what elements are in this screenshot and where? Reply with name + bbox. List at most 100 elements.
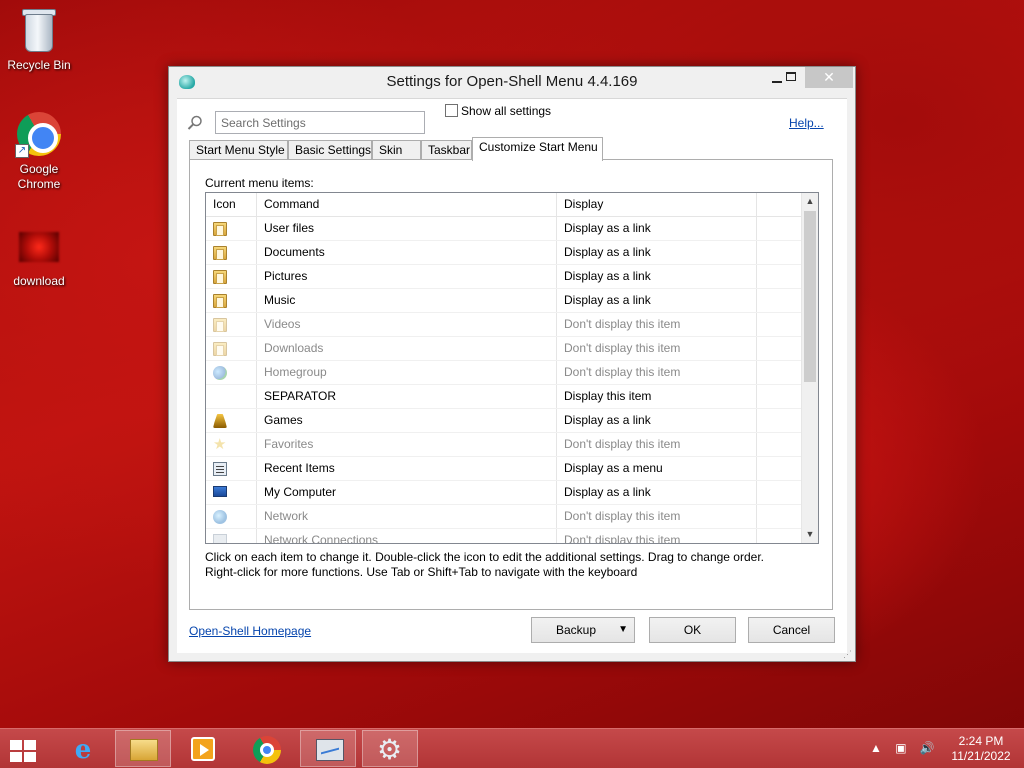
ok-button[interactable]: OK xyxy=(649,617,736,643)
list-item[interactable]: Pictures Display as a link xyxy=(206,265,801,289)
item-display[interactable]: Don't display this item xyxy=(557,433,757,456)
network-icon[interactable] xyxy=(213,510,227,524)
help-link[interactable]: Help... xyxy=(789,116,824,130)
cancel-button[interactable]: Cancel xyxy=(748,617,835,643)
list-item[interactable]: Homegroup Don't display this item xyxy=(206,361,801,385)
tab-start-menu-style[interactable]: Start Menu Style xyxy=(189,140,288,160)
internet-explorer-icon: e xyxy=(74,735,92,765)
clock[interactable]: 2:24 PM 11/21/2022 xyxy=(944,734,1018,764)
list-item[interactable]: Documents Display as a link xyxy=(206,241,801,265)
item-command: Downloads xyxy=(257,337,557,360)
instructions-text: Click on each item to change it. Double-… xyxy=(205,550,764,580)
pictures-folder-icon[interactable] xyxy=(213,270,227,284)
item-display[interactable]: Don't display this item xyxy=(557,361,757,384)
taskbar-chrome[interactable] xyxy=(238,730,294,767)
window-title: Settings for Open-Shell Menu 4.4.169 xyxy=(386,73,638,90)
list-header: Icon Command Display xyxy=(206,193,801,217)
homegroup-icon[interactable] xyxy=(213,366,227,380)
desktop-icon-download[interactable]: download xyxy=(1,222,77,289)
item-display[interactable]: Display as a link xyxy=(557,409,757,432)
start-button[interactable] xyxy=(0,730,56,767)
file-explorer-icon xyxy=(130,739,158,761)
documents-folder-icon[interactable] xyxy=(213,246,227,260)
list-item[interactable]: SEPARATOR Display this item xyxy=(206,385,801,409)
taskbar: e ⚙ ▲ ▣ 🔊 2:24 PM 11/21/2022 xyxy=(0,728,1024,768)
clock-date: 11/21/2022 xyxy=(951,749,1011,763)
close-button[interactable]: ✕ xyxy=(805,67,853,88)
column-header-icon[interactable]: Icon xyxy=(206,193,257,216)
backup-button[interactable]: Backup ▼ xyxy=(531,617,635,643)
user-files-folder-icon[interactable] xyxy=(213,222,227,236)
desktop-icon-label: Recycle Bin xyxy=(7,58,71,72)
checkbox-box[interactable] xyxy=(445,104,458,117)
item-display[interactable]: Display as a link xyxy=(557,241,757,264)
music-folder-icon[interactable] xyxy=(213,294,227,308)
list-item[interactable]: Music Display as a link xyxy=(206,289,801,313)
taskbar-media-player[interactable] xyxy=(175,730,231,767)
taskbar-internet-explorer[interactable]: e xyxy=(54,730,110,767)
show-all-settings-checkbox[interactable]: Show all settings xyxy=(445,104,551,118)
show-hidden-icons-icon[interactable]: ▲ xyxy=(870,741,882,755)
image-file-icon xyxy=(15,222,63,270)
item-display[interactable]: Display as a link xyxy=(557,217,757,240)
volume-icon[interactable]: 🔊 xyxy=(920,741,935,755)
title-bar[interactable]: Settings for Open-Shell Menu 4.4.169 ✕ xyxy=(169,67,855,97)
item-command: My Computer xyxy=(257,481,557,504)
item-display[interactable]: Don't display this item xyxy=(557,313,757,336)
tab-customize-start-menu[interactable]: Customize Start Menu xyxy=(472,137,603,161)
downloads-folder-icon[interactable] xyxy=(213,342,227,356)
list-item[interactable]: Downloads Don't display this item xyxy=(206,337,801,361)
item-display[interactable]: Display this item xyxy=(557,385,757,408)
vertical-scrollbar[interactable]: ▲ ▼ xyxy=(801,193,818,543)
item-command: Music xyxy=(257,289,557,312)
list-item[interactable]: Recent Items Display as a menu xyxy=(206,457,801,481)
column-header-command[interactable]: Command xyxy=(257,193,557,216)
menu-items-list[interactable]: Icon Command Display User files Display a… xyxy=(205,192,819,544)
desktop-icon-chrome[interactable]: ↗ Google Chrome xyxy=(1,110,77,192)
list-item[interactable]: Games Display as a link xyxy=(206,409,801,433)
list-item[interactable]: My Computer Display as a link xyxy=(206,481,801,505)
item-command: Network xyxy=(257,505,557,528)
tab-basic-settings[interactable]: Basic Settings xyxy=(288,140,372,160)
homepage-link[interactable]: Open-Shell Homepage xyxy=(189,624,311,638)
list-item[interactable]: Network Don't display this item xyxy=(206,505,801,529)
taskbar-settings[interactable]: ⚙ xyxy=(362,730,418,767)
item-display[interactable]: Don't display this item xyxy=(557,505,757,528)
list-item[interactable]: Videos Don't display this item xyxy=(206,313,801,337)
item-display[interactable]: Display as a link xyxy=(557,265,757,288)
item-display[interactable]: Display as a menu xyxy=(557,457,757,480)
search-input[interactable] xyxy=(215,111,425,134)
taskbar-file-explorer[interactable] xyxy=(115,730,171,767)
dialog-content: Show all settings Help... Start Menu Sty… xyxy=(177,98,847,653)
list-item[interactable]: User files Display as a link xyxy=(206,217,801,241)
column-header-display[interactable]: Display xyxy=(557,193,757,216)
network-connections-icon[interactable] xyxy=(213,534,227,543)
maximize-button[interactable] xyxy=(777,67,805,88)
item-command: Favorites xyxy=(257,433,557,456)
star-icon[interactable]: ★ xyxy=(213,437,227,452)
games-icon[interactable] xyxy=(213,414,227,428)
scrollbar-thumb[interactable] xyxy=(804,211,816,382)
scroll-down-arrow-icon[interactable]: ▼ xyxy=(802,526,818,543)
item-command: Pictures xyxy=(257,265,557,288)
computer-icon[interactable] xyxy=(213,486,227,497)
videos-folder-icon[interactable] xyxy=(213,318,227,332)
list-item[interactable]: Network Connections Don't display this it… xyxy=(206,529,801,543)
item-display[interactable]: Display as a link xyxy=(557,289,757,312)
recent-items-icon[interactable] xyxy=(213,462,227,476)
scroll-up-arrow-icon[interactable]: ▲ xyxy=(802,193,818,210)
item-display[interactable]: Display as a link xyxy=(557,481,757,504)
desktop-icon-recycle-bin[interactable]: Recycle Bin xyxy=(1,6,77,73)
item-display[interactable]: Don't display this item xyxy=(557,529,757,543)
tab-taskbar[interactable]: Taskbar xyxy=(421,140,472,160)
tab-skin[interactable]: Skin xyxy=(372,140,421,160)
resize-grip-icon[interactable]: ⋰ xyxy=(843,649,853,659)
taskbar-performance-monitor[interactable] xyxy=(300,730,356,767)
network-tray-icon[interactable]: ▣ xyxy=(895,741,906,755)
item-display[interactable]: Don't display this item xyxy=(557,337,757,360)
list-item[interactable]: ★ Favorites Don't display this item xyxy=(206,433,801,457)
close-icon: ✕ xyxy=(823,69,835,85)
column-header-empty xyxy=(757,193,801,216)
performance-monitor-icon xyxy=(316,739,344,761)
maximize-icon xyxy=(786,72,796,81)
